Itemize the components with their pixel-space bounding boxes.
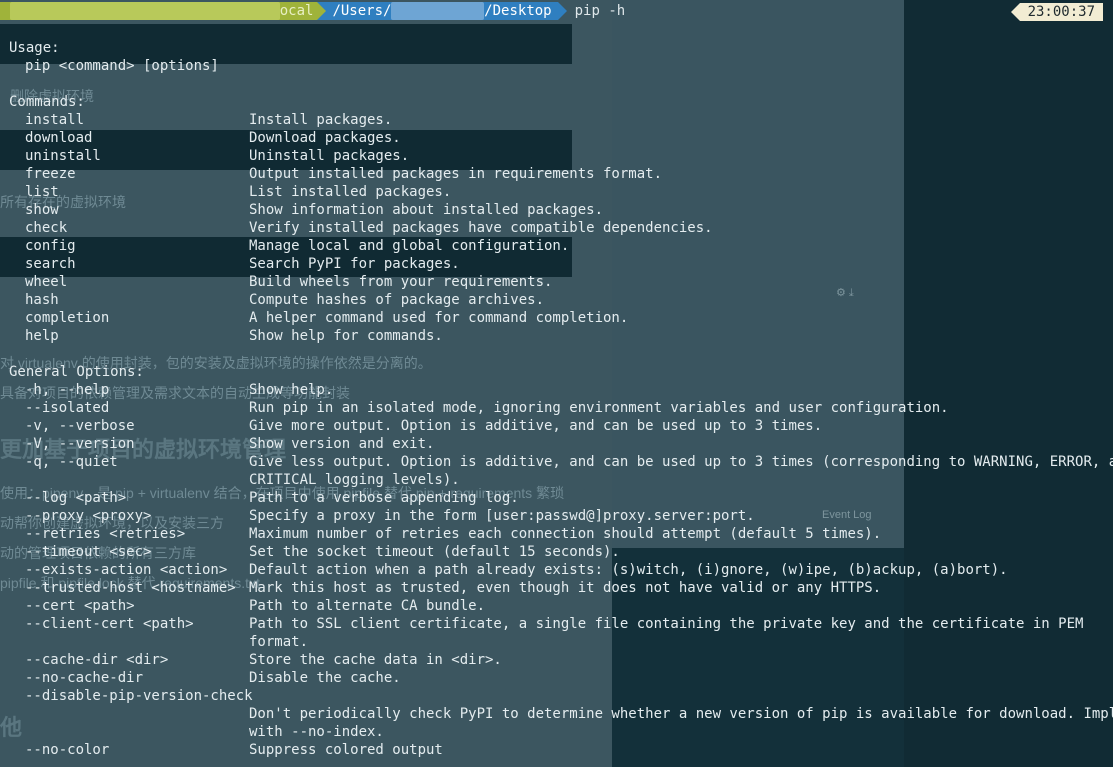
option-description: CRITICAL logging levels). <box>249 472 460 488</box>
option-name: --exists-action <action> <box>25 562 228 578</box>
terminal-background-right <box>904 0 1113 767</box>
command-description: Download packages. <box>249 130 401 146</box>
option-description: Path to a verbose appending log. <box>249 490 519 506</box>
gear-icon: ⚙︎ ⤓ <box>836 287 854 299</box>
option-description: Show help. <box>249 382 334 398</box>
option-description: Default action when a path already exist… <box>249 562 1008 578</box>
command-name: check <box>25 220 68 236</box>
background-heading: 他 <box>0 715 23 740</box>
prompt-clock: 23:00:37 <box>1010 3 1103 21</box>
option-name: --cert <path> <box>25 598 135 614</box>
option-description: format. <box>249 634 309 650</box>
command-description: Install packages. <box>249 112 393 128</box>
option-name: --no-color <box>25 742 110 758</box>
command-description: Compute hashes of package archives. <box>249 292 545 308</box>
prompt-separator-icon <box>557 2 567 20</box>
typed-command[interactable]: pip -h <box>575 2 626 20</box>
clock-tip-icon <box>1010 3 1020 21</box>
command-name: list <box>25 184 59 200</box>
command-name: freeze <box>25 166 76 182</box>
option-name: --no-cache-dir <box>25 670 144 686</box>
usage-heading: Usage: <box>9 40 60 56</box>
command-name: hash <box>25 292 59 308</box>
option-description: Show version and exit. <box>249 436 435 452</box>
option-description: Path to SSL client certificate, a single… <box>249 616 1084 632</box>
option-description: Set the socket timeout (default 15 secon… <box>249 544 620 560</box>
command-name: install <box>25 112 85 128</box>
option-name: --proxy <proxy> <box>25 508 152 524</box>
command-description: Show information about installed package… <box>249 202 604 218</box>
clock-time: 23:00:37 <box>1019 3 1103 21</box>
option-description: Don't periodically check PyPI to determi… <box>249 706 1113 722</box>
event-log-label: Event Log <box>822 509 872 521</box>
option-name: --retries <retries> <box>25 526 186 542</box>
command-name: help <box>25 328 59 344</box>
option-name: --log <path> <box>25 490 127 506</box>
command-description: List installed packages. <box>249 184 452 200</box>
command-description: Output installed packages in requirement… <box>249 166 663 182</box>
command-description: Verify installed packages have compatibl… <box>249 220 713 236</box>
shell-prompt: xxxxxxxxxxxxxxxxxxxxxxxxxxxxxxxxocal /Us… <box>0 2 625 20</box>
command-name: wheel <box>25 274 68 290</box>
option-name: -q, --quiet <box>25 454 118 470</box>
command-name: show <box>25 202 59 218</box>
general-options-heading: General Options: <box>9 364 144 380</box>
option-name: -v, --verbose <box>25 418 135 434</box>
command-description: Show help for commands. <box>249 328 443 344</box>
option-name: --client-cert <path> <box>25 616 194 632</box>
command-description: Search PyPI for packages. <box>249 256 460 272</box>
option-description: with --no-index. <box>249 724 384 740</box>
option-name: --isolated <box>25 400 110 416</box>
command-name: completion <box>25 310 110 326</box>
prompt-separator-icon <box>317 2 327 20</box>
prompt-path-segment: /Users/xxxxxxxxxxx/Desktop <box>326 2 558 20</box>
prompt-user-segment: xxxxxxxxxxxxxxxxxxxxxxxxxxxxxxxxocal <box>0 2 318 20</box>
option-name: -h, --help <box>25 382 110 398</box>
redacted-user: xxxxxxxxxxxxxxxxxxxxxxxxxxxxxxxx <box>10 2 280 20</box>
option-name: --trusted-host <hostname> <box>25 580 236 596</box>
option-description: Disable the cache. <box>249 670 401 686</box>
option-name: -V, --version <box>25 436 135 452</box>
option-name: --disable-pip-version-check <box>25 688 253 704</box>
redacted-username: xxxxxxxxxxx <box>391 2 485 20</box>
usage-line: pip <command> [options] <box>25 58 219 74</box>
option-name: --timeout <sec> <box>25 544 152 560</box>
option-name: --cache-dir <dir> <box>25 652 169 668</box>
option-description: Maximum number of retries each connectio… <box>249 526 882 542</box>
option-description: Suppress colored output <box>249 742 443 758</box>
option-description: Give more output. Option is additive, an… <box>249 418 823 434</box>
command-name: uninstall <box>25 148 101 164</box>
option-description: Store the cache data in <dir>. <box>249 652 502 668</box>
command-name: config <box>25 238 76 254</box>
command-description: A helper command used for command comple… <box>249 310 629 326</box>
background-text: 所有存在的虚拟环境 <box>0 194 126 210</box>
option-description: Mark this host as trusted, even though i… <box>249 580 882 596</box>
option-description: Specify a proxy in the form [user:passwd… <box>249 508 755 524</box>
command-name: search <box>25 256 76 272</box>
command-description: Build wheels from your requirements. <box>249 274 553 290</box>
option-description: Give less output. Option is additive, an… <box>249 454 1113 470</box>
option-description: Run pip in an isolated mode, ignoring en… <box>249 400 949 416</box>
commands-heading: Commands: <box>9 94 85 110</box>
command-description: Uninstall packages. <box>249 148 410 164</box>
option-description: Path to alternate CA bundle. <box>249 598 486 614</box>
command-description: Manage local and global configuration. <box>249 238 570 254</box>
command-name: download <box>25 130 93 146</box>
